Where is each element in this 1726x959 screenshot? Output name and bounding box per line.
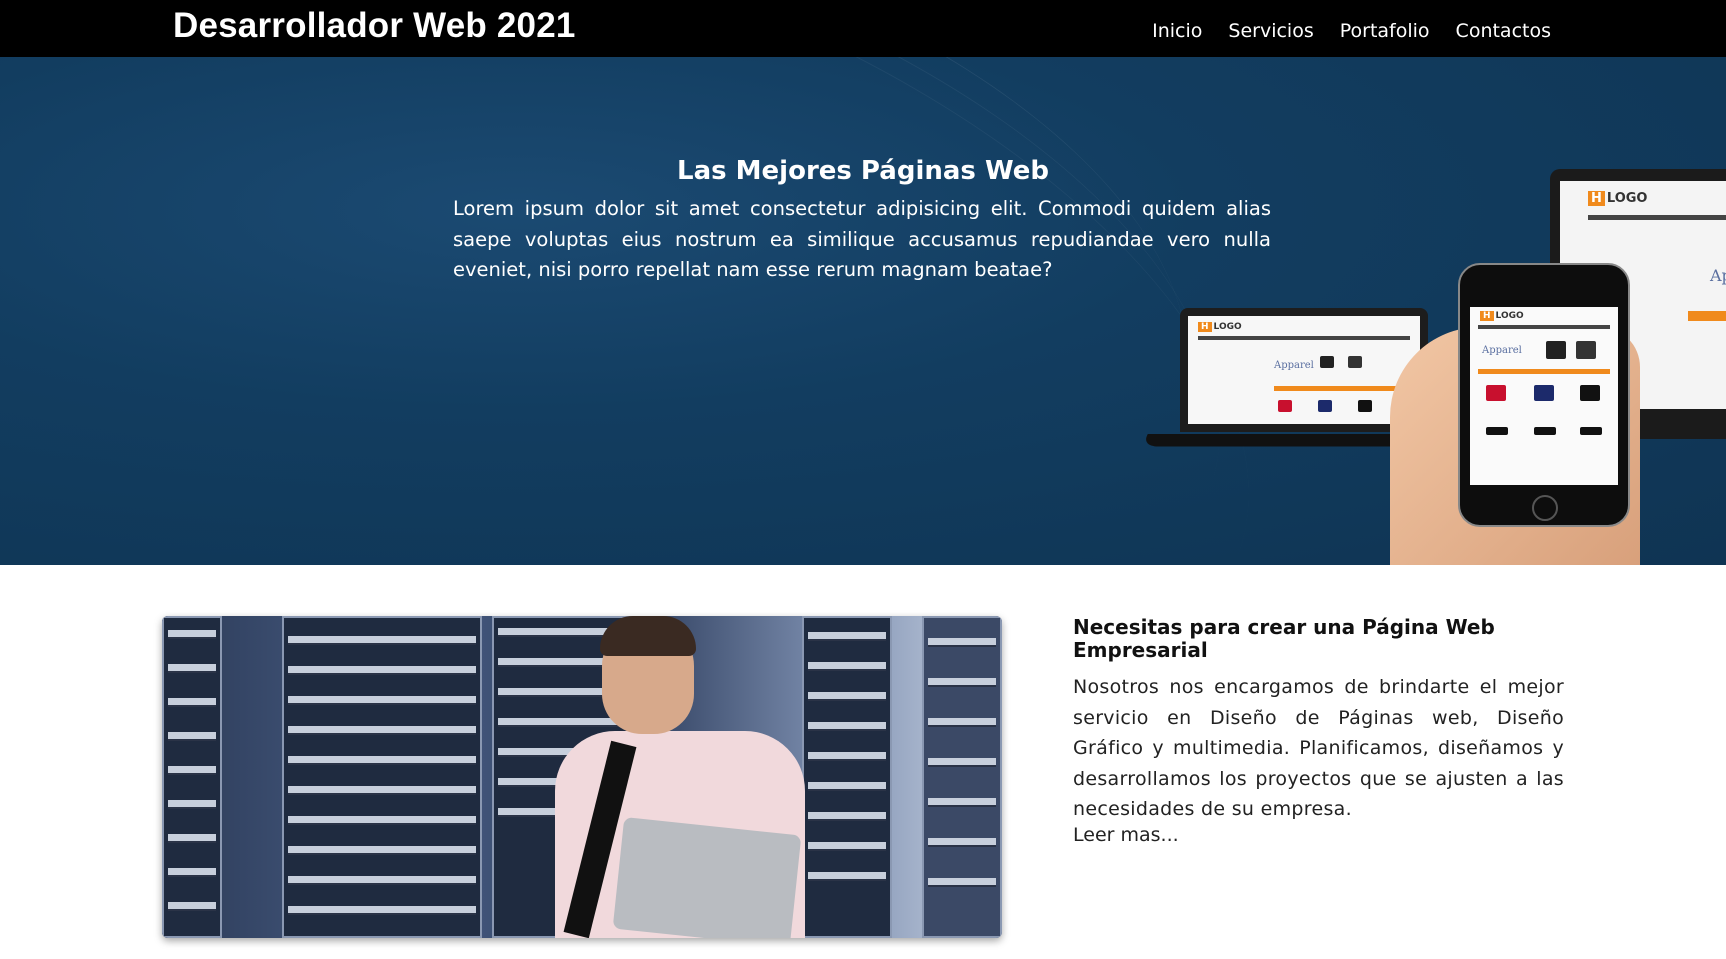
person-hair <box>600 616 696 656</box>
rack-unit <box>168 630 216 639</box>
rack-unit <box>288 816 476 825</box>
phone-screen: H LOGO Apparel <box>1470 307 1618 485</box>
held-laptop <box>612 817 802 938</box>
rack-unit <box>288 696 476 705</box>
mockup-logo-mark-icon: H <box>1198 322 1212 332</box>
mockup-apparel-heading: Apparel <box>1710 266 1726 285</box>
mockup-banner-strip <box>1478 369 1610 374</box>
rack-unit <box>928 718 996 727</box>
hero-banner: Las Mejores Páginas Web Lorem ipsum dolo… <box>0 57 1726 565</box>
section-title: Necesitas para crear una Página Web Empr… <box>1073 615 1495 662</box>
site-brand[interactable]: Desarrollador Web 2021 <box>173 6 576 46</box>
mockup-nav-bar <box>1478 325 1610 329</box>
rack-unit <box>808 662 886 671</box>
nav-link-contactos[interactable]: Contactos <box>1456 20 1551 42</box>
rack-unit <box>168 766 216 775</box>
rack-unit <box>168 732 216 741</box>
mockup-logo: H LOGO <box>1480 311 1524 321</box>
rack-unit <box>168 834 216 843</box>
phone-home-button <box>1532 495 1558 521</box>
rack-unit <box>808 632 886 641</box>
read-more-link[interactable]: Leer mas... <box>1073 824 1179 846</box>
main-nav: Inicio Servicios Portafolio Contactos <box>1152 20 1551 42</box>
rack-unit <box>288 906 476 915</box>
rack-unit <box>168 902 216 911</box>
mockup-logo-mark-icon: H <box>1480 311 1494 321</box>
rack-unit <box>288 666 476 675</box>
mockup-apparel-heading: Apparel <box>1274 360 1314 371</box>
rack-unit <box>928 638 996 647</box>
rack-unit <box>928 678 996 687</box>
mockup-apparel-heading: Apparel <box>1482 345 1522 356</box>
smartphone-mockup: H LOGO Apparel <box>1458 263 1630 527</box>
rack-unit <box>928 878 996 887</box>
rack-unit <box>808 782 886 791</box>
rack-unit <box>288 876 476 885</box>
server-room-photo <box>162 616 1002 938</box>
tshirt-icon <box>1534 385 1554 401</box>
rack-unit <box>168 868 216 877</box>
rack-unit <box>288 786 476 795</box>
tshirt-icon <box>1320 356 1334 368</box>
top-navbar: Desarrollador Web 2021 Inicio Servicios … <box>0 0 1726 57</box>
mockup-nav-bar <box>1588 215 1726 220</box>
tshirt-icon <box>1576 341 1596 359</box>
rack-unit <box>288 846 476 855</box>
tshirt-icon <box>1318 400 1332 412</box>
rack-unit <box>288 636 476 645</box>
rack-unit <box>928 838 996 847</box>
rack-unit <box>808 692 886 701</box>
nav-link-servicios[interactable]: Servicios <box>1228 20 1313 42</box>
cap-icon <box>1486 427 1508 435</box>
tshirt-icon <box>1348 356 1362 368</box>
rack-unit <box>288 726 476 735</box>
rack-unit <box>168 698 216 707</box>
mockup-logo: H LOGO <box>1198 322 1242 332</box>
rack-unit <box>928 798 996 807</box>
rack-unit <box>808 842 886 851</box>
rack-unit <box>808 752 886 761</box>
tshirt-icon <box>1546 341 1566 359</box>
tshirt-icon <box>1486 385 1506 401</box>
rack-unit <box>168 664 216 673</box>
rack-unit <box>288 756 476 765</box>
cap-icon <box>1580 427 1602 435</box>
server-rack <box>282 616 482 938</box>
mockup-nav-bar <box>1198 336 1410 340</box>
laptop-screen: H LOGO Apparel <box>1188 316 1420 424</box>
rack-unit <box>808 812 886 821</box>
rack-unit <box>928 758 996 767</box>
tshirt-icon <box>1278 400 1292 412</box>
server-rack <box>162 616 222 938</box>
mockup-banner-strip <box>1688 311 1726 321</box>
server-rack <box>922 616 1002 938</box>
rack-unit <box>808 872 886 881</box>
nav-link-inicio[interactable]: Inicio <box>1152 20 1202 42</box>
rack-unit <box>168 800 216 809</box>
tshirt-icon <box>1580 385 1600 401</box>
mockup-logo: H LOGO <box>1588 191 1647 206</box>
tshirt-icon <box>1358 400 1372 412</box>
rack-unit <box>808 722 886 731</box>
mockup-logo-mark-icon: H <box>1588 191 1605 206</box>
responsive-devices-illustration: HLOGO Apparel HLOGO Apparel <box>1139 157 1726 565</box>
cap-icon <box>1534 427 1556 435</box>
nav-link-portafolio[interactable]: Portafolio <box>1340 20 1430 42</box>
server-rack <box>802 616 892 938</box>
section-description: Nosotros nos encargamos de brindarte el … <box>1073 676 1564 820</box>
